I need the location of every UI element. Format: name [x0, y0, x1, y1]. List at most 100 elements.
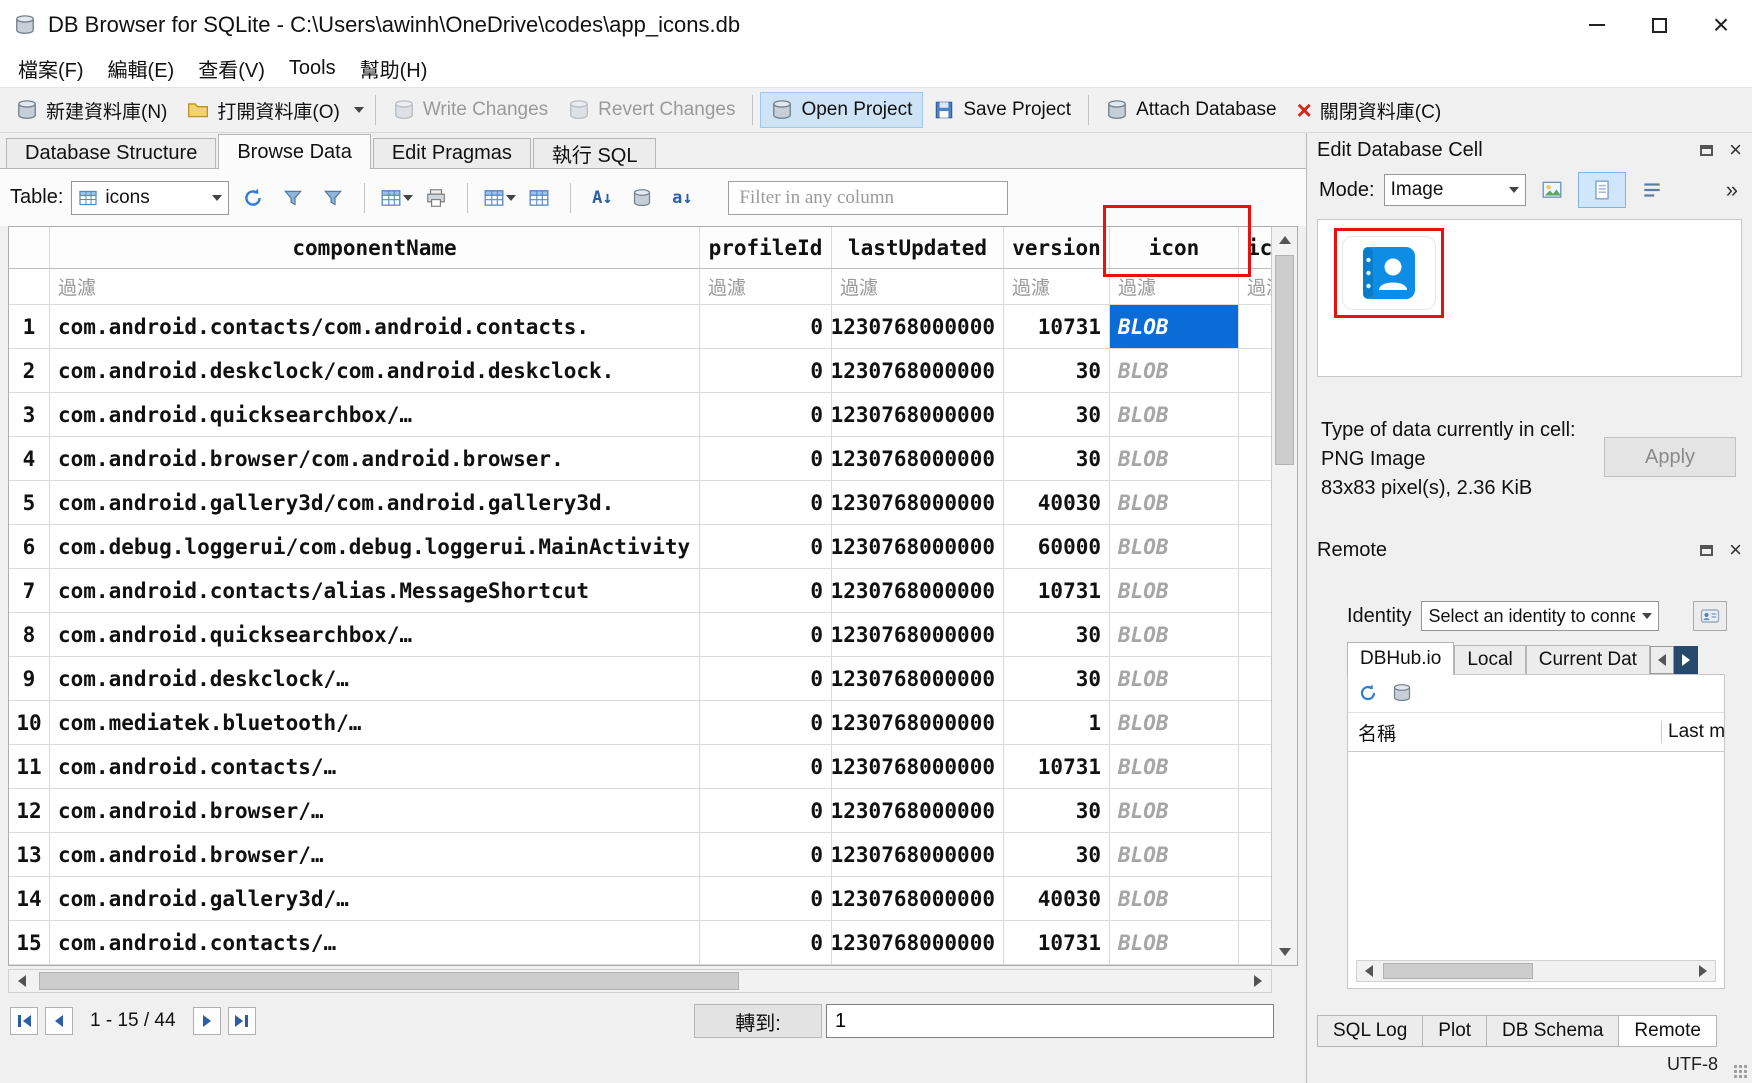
header-partial[interactable]: ic	[1239, 227, 1271, 269]
row-number[interactable]: 7	[9, 569, 50, 613]
cell-componentName[interactable]: com.android.deskclock/…	[50, 657, 700, 701]
table-row[interactable]: 11 com.android.contacts/… 0 123076800000…	[9, 745, 1271, 789]
filter-icon[interactable]: 過濾	[1110, 269, 1239, 305]
cell-profileId[interactable]: 0	[700, 745, 832, 789]
cell-lastUpdated[interactable]: 1230768000000	[832, 613, 1004, 657]
table-row[interactable]: 2 com.android.deskclock/com.android.desk…	[9, 349, 1271, 393]
cell-profileId[interactable]: 0	[700, 789, 832, 833]
horizontal-scrollbar[interactable]	[8, 969, 1272, 993]
sort-asc-button[interactable]: A↓	[586, 182, 618, 214]
row-number[interactable]: 4	[9, 437, 50, 481]
new-database-button[interactable]: 新建資料庫(N)	[6, 92, 177, 128]
row-number[interactable]: 6	[9, 525, 50, 569]
tab-local[interactable]: Local	[1454, 645, 1525, 674]
remote-scroll-thumb[interactable]	[1383, 963, 1533, 979]
cell-version[interactable]: 40030	[1004, 877, 1110, 921]
table-row[interactable]: 3 com.android.quicksearchbox/… 0 1230768…	[9, 393, 1271, 437]
cell-version[interactable]: 1	[1004, 701, 1110, 745]
cell-lastUpdated[interactable]: 1230768000000	[832, 305, 1004, 349]
cell-profileId[interactable]: 0	[700, 657, 832, 701]
text-view-button[interactable]	[1578, 172, 1626, 208]
write-changes-button[interactable]: Write Changes	[383, 92, 558, 128]
table-encoding-button[interactable]	[626, 182, 658, 214]
cell-componentName[interactable]: com.android.deskclock/com.android.deskcl…	[50, 349, 700, 393]
filter-lastUpdated[interactable]: 過濾	[832, 269, 1004, 305]
scroll-up-arrow[interactable]	[1272, 227, 1297, 253]
horizontal-scroll-thumb[interactable]	[39, 972, 739, 990]
table-row[interactable]: 5 com.android.gallery3d/com.android.gall…	[9, 481, 1271, 525]
corner-header-cell[interactable]	[9, 227, 50, 269]
close-panel-icon[interactable]: ×	[1729, 139, 1742, 161]
open-project-button[interactable]: Open Project	[760, 92, 923, 128]
cell-profileId[interactable]: 0	[700, 437, 832, 481]
table-select[interactable]: icons	[71, 181, 229, 215]
cell-componentName[interactable]: com.debug.loggerui/com.debug.loggerui.Ma…	[50, 525, 700, 569]
filter-partial[interactable]: 過濾	[1239, 269, 1271, 305]
remote-refresh-button[interactable]	[1358, 683, 1378, 708]
last-modified-column-header[interactable]: Last m	[1661, 721, 1724, 743]
filter-componentName[interactable]: 過濾	[50, 269, 700, 305]
row-number[interactable]: 9	[9, 657, 50, 701]
cell-version[interactable]: 10731	[1004, 745, 1110, 789]
delete-record-button[interactable]	[523, 182, 555, 214]
cell-version[interactable]: 30	[1004, 437, 1110, 481]
row-number[interactable]: 12	[9, 789, 50, 833]
cell-lastUpdated[interactable]: 1230768000000	[832, 349, 1004, 393]
remote-upload-button[interactable]	[1392, 683, 1412, 708]
cell-version[interactable]: 10731	[1004, 921, 1110, 965]
first-record-button[interactable]	[10, 1007, 38, 1035]
row-number[interactable]: 1	[9, 305, 50, 349]
cell-partial[interactable]	[1239, 349, 1271, 393]
revert-changes-button[interactable]: Revert Changes	[558, 92, 745, 128]
goto-button[interactable]: 轉到:	[694, 1004, 822, 1038]
cell-partial[interactable]	[1239, 437, 1271, 481]
save-filter-button[interactable]	[317, 182, 349, 214]
cell-partial[interactable]	[1239, 745, 1271, 789]
minimize-button[interactable]	[1566, 0, 1628, 50]
overflow-chevron-icon[interactable]: »	[1726, 177, 1738, 203]
cell-version[interactable]: 30	[1004, 349, 1110, 393]
cell-componentName[interactable]: com.android.contacts/…	[50, 745, 700, 789]
cell-partial[interactable]	[1239, 569, 1271, 613]
cell-lastUpdated[interactable]: 1230768000000	[832, 657, 1004, 701]
tab-scroll-right-button[interactable]	[1674, 646, 1698, 674]
cell-lastUpdated[interactable]: 1230768000000	[832, 745, 1004, 789]
remote-horizontal-scrollbar[interactable]	[1356, 960, 1716, 982]
cell-icon[interactable]: BLOB	[1110, 481, 1239, 525]
save-view-button[interactable]	[380, 182, 412, 214]
new-record-button[interactable]	[483, 182, 515, 214]
cell-componentName[interactable]: com.android.quicksearchbox/…	[50, 613, 700, 657]
menu-tools[interactable]: Tools	[277, 53, 348, 84]
cell-lastUpdated[interactable]: 1230768000000	[832, 921, 1004, 965]
open-database-dropdown[interactable]	[350, 92, 368, 128]
cell-partial[interactable]	[1239, 921, 1271, 965]
header-version[interactable]: version	[1004, 227, 1110, 269]
cell-icon[interactable]: BLOB	[1110, 613, 1239, 657]
filter-input[interactable]	[728, 181, 1008, 215]
filter-profileId[interactable]: 過濾	[700, 269, 832, 305]
cell-icon[interactable]: BLOB	[1110, 745, 1239, 789]
cell-icon[interactable]: BLOB	[1110, 569, 1239, 613]
cell-profileId[interactable]: 0	[700, 393, 832, 437]
table-row[interactable]: 8 com.android.quicksearchbox/… 0 1230768…	[9, 613, 1271, 657]
cell-partial[interactable]	[1239, 789, 1271, 833]
close-button[interactable]: ×	[1690, 0, 1752, 50]
float-panel-icon[interactable]	[1700, 145, 1713, 156]
tab-dbhub[interactable]: DBHub.io	[1347, 642, 1454, 675]
table-row[interactable]: 7 com.android.contacts/alias.MessageShor…	[9, 569, 1271, 613]
cell-lastUpdated[interactable]: 1230768000000	[832, 437, 1004, 481]
row-number[interactable]: 5	[9, 481, 50, 525]
identity-select[interactable]: Select an identity to conne	[1421, 601, 1659, 631]
cell-lastUpdated[interactable]: 1230768000000	[832, 877, 1004, 921]
menu-view[interactable]: 查看(V)	[186, 50, 277, 87]
cell-componentName[interactable]: com.android.browser/com.android.browser.	[50, 437, 700, 481]
cell-profileId[interactable]: 0	[700, 349, 832, 393]
mode-select[interactable]: Image	[1384, 174, 1526, 206]
cell-componentName[interactable]: com.android.gallery3d/com.android.galler…	[50, 481, 700, 525]
dock-tab-sql-log[interactable]: SQL Log	[1317, 1015, 1423, 1047]
row-number[interactable]: 3	[9, 393, 50, 437]
scroll-left-arrow[interactable]	[9, 970, 35, 992]
cell-profileId[interactable]: 0	[700, 525, 832, 569]
cell-lastUpdated[interactable]: 1230768000000	[832, 569, 1004, 613]
tab-current-database[interactable]: Current Dat	[1526, 645, 1650, 674]
